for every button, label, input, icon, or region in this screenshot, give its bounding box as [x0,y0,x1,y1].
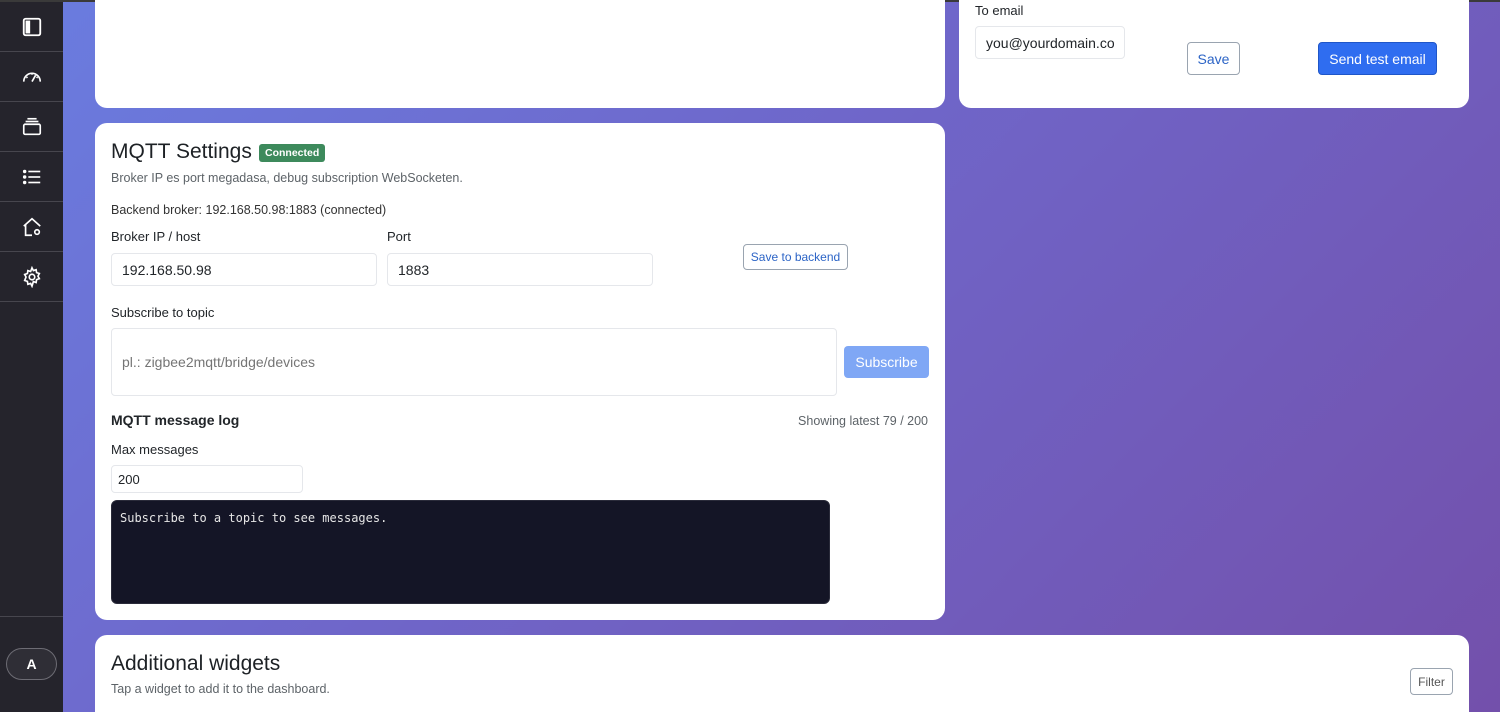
avatar[interactable]: A [6,648,57,680]
mqtt-settings-card: MQTT Settings Connected Broker IP es por… [95,123,945,620]
save-to-backend-button[interactable]: Save to backend [743,244,848,270]
port-label: Port [387,229,411,244]
subscribe-label: Subscribe to topic [111,305,215,320]
to-email-label: To email [975,3,1024,18]
stack-icon [22,117,41,135]
sidebar-item-list[interactable] [0,152,63,202]
max-messages-label: Max messages [111,442,199,457]
sidebar-item-devices[interactable] [0,102,63,152]
mqtt-title: MQTT Settings [111,140,252,163]
sidebar-divider [0,616,63,617]
email-card: To email Save Send test email [959,0,1469,108]
sidebar-toggle-button[interactable] [0,2,63,52]
additional-widgets-card: Additional widgets Tap a widget to add i… [95,635,1469,712]
widgets-title: Additional widgets [111,652,281,675]
subscribe-button[interactable]: Subscribe [844,346,929,378]
filter-button[interactable]: Filter [1410,668,1453,695]
to-email-input[interactable] [975,26,1125,59]
message-log-count: Showing latest 79 / 200 [798,414,928,428]
mqtt-description: Broker IP es port megadasa, debug subscr… [111,171,463,185]
broker-label: Broker IP / host [111,229,201,244]
sidebar: A [0,0,1500,712]
send-test-email-button[interactable]: Send test email [1318,42,1437,75]
broker-ip-input[interactable] [111,253,377,286]
message-log: Subscribe to a topic to see messages. [111,500,830,604]
backend-broker-status: Backend broker: 192.168.50.98:1883 (conn… [111,203,387,217]
sidebar-item-settings[interactable] [0,252,63,302]
gear-icon [22,265,41,288]
list-icon [22,169,40,184]
sidebar-item-dashboard[interactable] [0,52,63,102]
home-settings-icon [22,217,41,236]
status-badge: Connected [259,144,326,162]
topic-input[interactable] [111,328,837,396]
sidebar-item-home-settings[interactable] [0,202,63,252]
sidebar-toggle-icon [22,17,41,36]
max-messages-input[interactable] [111,465,303,493]
save-button[interactable]: Save [1187,42,1240,75]
top-left-card [95,0,945,108]
message-log-text: Subscribe to a topic to see messages. [120,511,388,525]
widgets-subtitle: Tap a widget to add it to the dashboard. [111,682,330,696]
port-input[interactable] [387,253,653,286]
message-log-title: MQTT message log [111,412,240,428]
speedometer-icon [22,72,41,82]
